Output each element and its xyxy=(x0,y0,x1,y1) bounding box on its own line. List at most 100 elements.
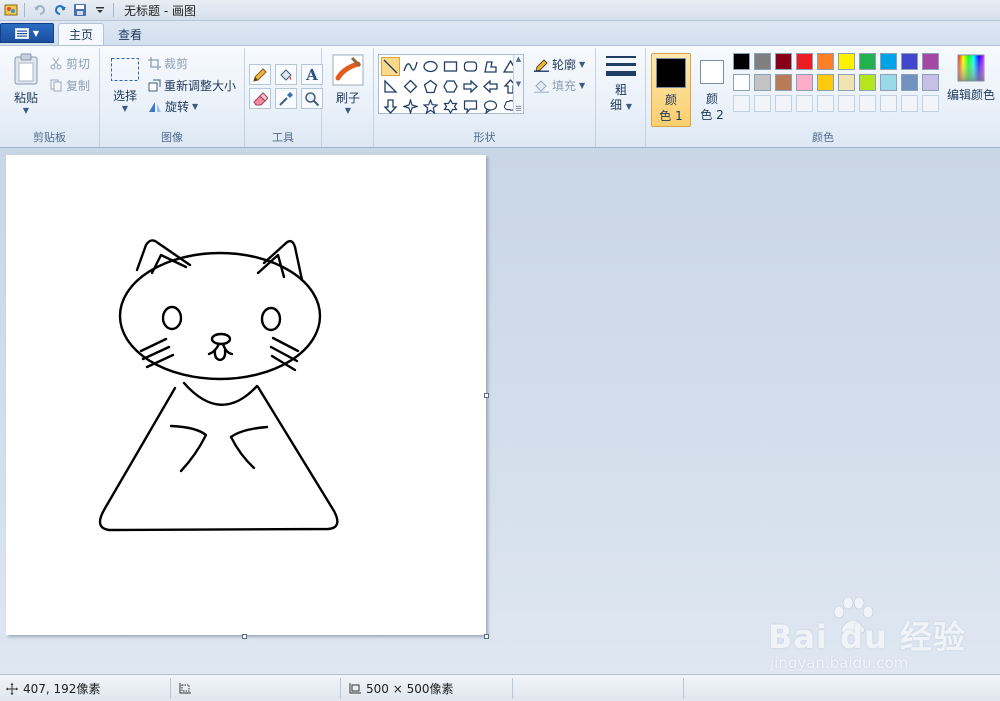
palette-custom-slot[interactable] xyxy=(817,95,834,112)
shape-pentagon[interactable] xyxy=(421,77,440,96)
palette-custom-slot[interactable] xyxy=(859,95,876,112)
palette-swatch[interactable] xyxy=(733,53,750,70)
shapes-grid xyxy=(381,57,520,116)
gallery-expand-icon[interactable]: ☰ xyxy=(515,105,521,113)
fill-button[interactable]: 填充 ▼ xyxy=(534,77,585,94)
fill-tool[interactable] xyxy=(275,64,297,85)
shape-oval-callout[interactable] xyxy=(481,97,500,116)
oval-shape-icon xyxy=(423,60,438,73)
line-shape-icon xyxy=(383,59,398,74)
crop-button[interactable]: 裁剪 xyxy=(148,55,188,72)
redo-icon[interactable] xyxy=(51,1,69,19)
palette-swatch[interactable] xyxy=(859,74,876,91)
shapes-scrollbar[interactable]: ▲ ▼ ☰ xyxy=(513,55,523,113)
palette-swatch[interactable] xyxy=(838,74,855,91)
copy-button[interactable]: 复制 xyxy=(50,77,90,94)
canvas-size-text: 500 × 500像素 xyxy=(366,682,454,696)
text-tool[interactable]: A xyxy=(301,64,323,85)
color2-button[interactable]: 颜 色 2 xyxy=(695,53,729,127)
shape-rect-callout[interactable] xyxy=(461,97,480,116)
shape-right-triangle[interactable] xyxy=(381,77,400,96)
palette-swatch[interactable] xyxy=(880,53,897,70)
down-arrow-shape-icon xyxy=(383,99,398,114)
palette-swatch[interactable] xyxy=(817,53,834,70)
color1-button[interactable]: 颜 色 1 xyxy=(651,53,691,127)
eraser-icon xyxy=(253,91,268,105)
customize-toolbar-icon[interactable] xyxy=(91,1,109,19)
paste-button[interactable]: 粘贴 ▼ xyxy=(8,53,44,115)
shape-left-arrow[interactable] xyxy=(481,77,500,96)
palette-custom-slot[interactable] xyxy=(922,95,939,112)
resize-icon xyxy=(148,79,161,92)
outline-button[interactable]: 轮廓 ▼ xyxy=(534,56,585,73)
palette-swatch[interactable] xyxy=(901,53,918,70)
palette-swatch[interactable] xyxy=(922,74,939,91)
palette-swatch[interactable] xyxy=(922,53,939,70)
shape-rectangle[interactable] xyxy=(441,57,460,76)
tab-home[interactable]: 主页 xyxy=(58,23,105,45)
image-group-label: 图像 xyxy=(161,131,183,144)
pencil-tool[interactable] xyxy=(249,64,271,85)
scroll-up-icon[interactable]: ▲ xyxy=(516,55,521,63)
polygon-shape-icon xyxy=(484,61,497,73)
color1-swatch xyxy=(656,58,686,88)
palette-custom-slot[interactable] xyxy=(733,95,750,112)
edit-colors-button[interactable]: 编辑颜色 xyxy=(945,54,997,103)
shape-line[interactable] xyxy=(381,57,400,76)
brushes-button[interactable]: 刷子 ▼ xyxy=(330,54,366,115)
shape-five-point-star[interactable] xyxy=(421,97,440,116)
palette-custom-slot[interactable] xyxy=(838,95,855,112)
shape-six-point-star[interactable] xyxy=(441,97,460,116)
resize-button[interactable]: 重新调整大小 xyxy=(148,77,236,94)
shape-four-point-star[interactable] xyxy=(401,97,420,116)
shape-down-arrow[interactable] xyxy=(381,97,400,116)
scroll-down-icon[interactable]: ▼ xyxy=(516,80,521,88)
size-button[interactable]: 粗 细 ▼ xyxy=(602,54,640,114)
shape-oval[interactable] xyxy=(421,57,440,76)
shape-curve[interactable] xyxy=(401,57,420,76)
paint-menu-button[interactable]: ▼ xyxy=(0,23,54,43)
color-picker-tool[interactable] xyxy=(275,88,297,109)
status-divider xyxy=(170,678,171,699)
shape-polygon[interactable] xyxy=(481,57,500,76)
eraser-tool[interactable] xyxy=(249,88,271,109)
undo-icon[interactable] xyxy=(31,1,49,19)
canvas-resize-handle-corner[interactable] xyxy=(484,634,489,639)
select-button[interactable]: 选择 ▼ xyxy=(108,57,142,113)
palette-custom-slot[interactable] xyxy=(880,95,897,112)
magnifier-tool[interactable] xyxy=(301,88,323,109)
palette-swatch[interactable] xyxy=(796,53,813,70)
palette-swatch[interactable] xyxy=(775,53,792,70)
palette-swatch[interactable] xyxy=(859,53,876,70)
paint-app-icon[interactable] xyxy=(2,1,20,19)
palette-custom-slot[interactable] xyxy=(901,95,918,112)
ribbon-tabs: ▼ 主页 查看 xyxy=(0,21,1000,45)
palette-custom-slot[interactable] xyxy=(775,95,792,112)
canvas-resize-handle-right[interactable] xyxy=(484,393,489,398)
selection-size-indicator xyxy=(172,675,196,701)
cut-button[interactable]: 剪切 xyxy=(50,55,90,72)
chevron-down-icon: ▼ xyxy=(625,102,632,111)
clipboard-group-label: 剪贴板 xyxy=(33,131,66,144)
tab-view[interactable]: 查看 xyxy=(108,23,152,45)
palette-swatch[interactable] xyxy=(880,74,897,91)
rotate-button[interactable]: 旋转 ▼ xyxy=(148,98,198,115)
palette-swatch[interactable] xyxy=(754,74,771,91)
palette-swatch[interactable] xyxy=(754,53,771,70)
shape-hexagon[interactable] xyxy=(441,77,460,96)
shape-right-arrow[interactable] xyxy=(461,77,480,96)
palette-swatch[interactable] xyxy=(796,74,813,91)
palette-swatch[interactable] xyxy=(901,74,918,91)
shape-rounded-rectangle[interactable] xyxy=(461,57,480,76)
palette-swatch[interactable] xyxy=(817,74,834,91)
palette-swatch[interactable] xyxy=(775,74,792,91)
canvas-size-icon xyxy=(349,682,361,693)
palette-custom-slot[interactable] xyxy=(754,95,771,112)
palette-custom-slot[interactable] xyxy=(796,95,813,112)
save-icon[interactable] xyxy=(71,1,89,19)
shape-diamond[interactable] xyxy=(401,77,420,96)
drawing-canvas[interactable] xyxy=(6,155,486,635)
canvas-resize-handle-bottom[interactable] xyxy=(242,634,247,639)
palette-swatch[interactable] xyxy=(733,74,750,91)
palette-swatch[interactable] xyxy=(838,53,855,70)
